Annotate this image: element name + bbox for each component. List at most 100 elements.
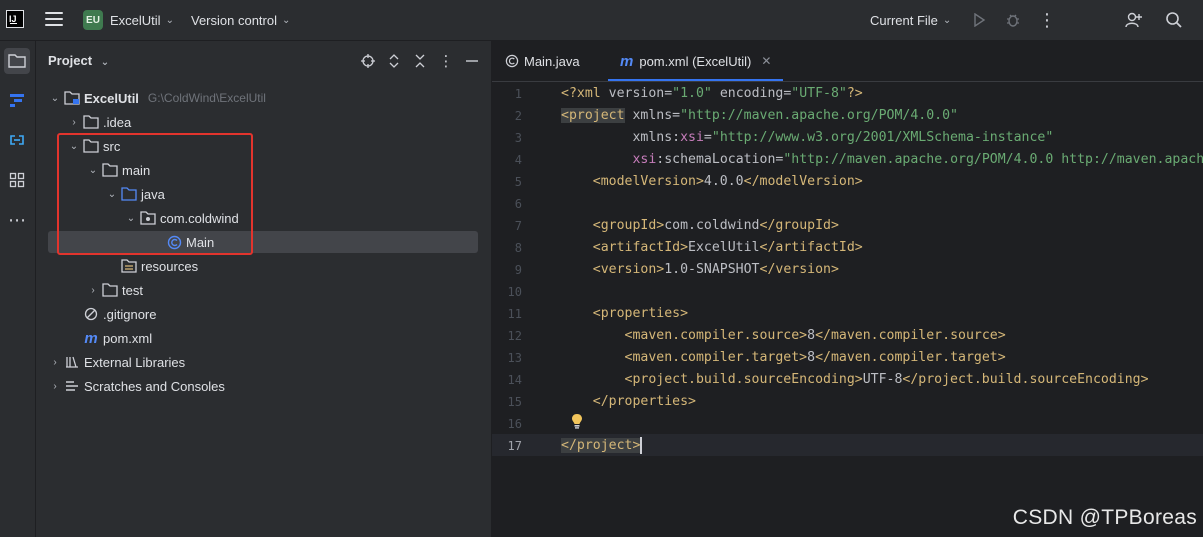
code-token: xmlns=: [624, 108, 681, 123]
tree-item-idea[interactable]: › .idea: [67, 111, 497, 133]
code-token: <modelVersion>: [561, 174, 704, 189]
line-number: 15: [507, 395, 522, 409]
chevron-down-icon: ⌄: [165, 14, 174, 26]
chevron-down-icon: ⌄: [100, 57, 110, 68]
code-line: <project.build.sourceEncoding>UTF-8</pro…: [561, 369, 1149, 391]
tree-item-src[interactable]: ⌄ src: [67, 135, 497, 157]
code-token: ExcelUtil: [688, 240, 760, 255]
maven-icon: m: [84, 329, 98, 347]
line-number: 2: [514, 109, 522, 123]
title-bar: IJ EU ExcelUtil ⌄ Version control ⌄ Curr…: [0, 0, 1203, 41]
code-token: <properties>: [561, 306, 689, 321]
tree-item-pom[interactable]: m pom.xml: [67, 327, 497, 349]
panel-options-icon[interactable]: ⋮: [435, 51, 457, 71]
chevron-down-icon[interactable]: ⌄: [48, 93, 62, 104]
tree-item-package[interactable]: ⌄ com.coldwind: [124, 207, 554, 229]
code-token: <maven.compiler.source>: [561, 328, 808, 343]
structure-icon[interactable]: [4, 87, 30, 113]
code-token: ?>: [846, 86, 863, 101]
add-user-icon[interactable]: [1123, 9, 1145, 31]
editor: Main.java m pom.xml (ExcelUtil) ✕ 123456…: [492, 41, 1203, 537]
editor-tabs: Main.java m pom.xml (ExcelUtil) ✕: [492, 41, 1203, 82]
locate-file-icon[interactable]: [357, 51, 379, 71]
project-badge: EU: [83, 10, 103, 30]
code-token: "UTF-8": [791, 86, 847, 101]
folder-icon: [102, 282, 118, 298]
tree-item-excelutil[interactable]: ⌄ ExcelUtil G:\ColdWind\ExcelUtil: [48, 87, 478, 109]
tree-item-external-libraries[interactable]: › External Libraries: [48, 351, 478, 373]
project-switcher[interactable]: EU ExcelUtil ⌄: [83, 0, 174, 40]
code-token: <maven.compiler.target>: [561, 350, 808, 365]
tree-item-gitignore[interactable]: .gitignore: [67, 303, 497, 325]
chevron-down-icon[interactable]: ⌄: [124, 213, 138, 224]
tree-item-label: External Libraries: [84, 354, 186, 370]
code-token: </artifactId>: [759, 240, 863, 255]
close-icon[interactable]: ✕: [761, 54, 771, 68]
plugins-icon[interactable]: [4, 167, 30, 193]
tree-item-test[interactable]: › test: [86, 279, 516, 301]
chevron-down-icon[interactable]: ⌄: [105, 189, 119, 200]
code-line: <maven.compiler.target>8</maven.compiler…: [561, 347, 1006, 369]
line-gutter: 1 2 3 4 5 6 7 8 9 10 11 12 13 14 15 16 17: [492, 82, 552, 537]
ignore-file-icon: [83, 306, 99, 322]
code-token: </properties>: [561, 394, 696, 409]
line-number: 13: [507, 351, 522, 365]
tab-label: pom.xml (ExcelUtil): [639, 53, 752, 69]
chevron-right-icon[interactable]: ›: [48, 357, 62, 368]
run-icon[interactable]: [968, 9, 990, 31]
code-token: </project>: [561, 438, 641, 453]
collapse-all-icon[interactable]: [409, 51, 431, 71]
tree-item-label: Main: [186, 234, 215, 250]
tree-item-main-class[interactable]: Main: [48, 231, 478, 253]
project-panel-title[interactable]: Project ⌄: [48, 53, 109, 68]
code-line: xsi:schemaLocation="http://maven.apache.…: [561, 149, 1203, 171]
tree-item-main[interactable]: ⌄ main: [86, 159, 516, 181]
code-token: </modelVersion>: [743, 174, 863, 189]
code-area[interactable]: <?xml version="1.0" encoding="UTF-8"?> <p…: [561, 82, 1203, 537]
vcs-widget[interactable]: Version control ⌄: [191, 0, 290, 40]
intellij-logo-icon[interactable]: IJ: [6, 10, 24, 28]
code-token: =: [703, 130, 712, 145]
code-line: <modelVersion>4.0.0</modelVersion>: [561, 171, 863, 193]
line-number: 14: [507, 373, 522, 387]
search-icon[interactable]: [1163, 9, 1185, 31]
code-token: :schemaLocation=: [656, 152, 784, 167]
main-menu-icon[interactable]: [45, 12, 63, 28]
code-token: <?xml: [561, 86, 609, 101]
code-token: version=: [608, 86, 673, 101]
debug-icon[interactable]: [1002, 9, 1024, 31]
java-class-icon: [166, 234, 182, 250]
tab-pom-xml[interactable]: m pom.xml (ExcelUtil) ✕: [608, 41, 784, 81]
lightbulb-icon[interactable]: [570, 413, 584, 429]
code-token: </version>: [759, 262, 839, 277]
tab-main-java[interactable]: Main.java: [504, 41, 580, 81]
commit-icon[interactable]: [4, 127, 30, 153]
chevron-right-icon[interactable]: ›: [48, 381, 62, 392]
tree-item-java[interactable]: ⌄ java: [105, 183, 535, 205]
code-line: <?xml version="1.0" encoding="UTF-8"?>: [561, 83, 863, 105]
more-options-icon[interactable]: ⋮: [1036, 9, 1058, 31]
chevron-down-icon[interactable]: ⌄: [67, 141, 81, 152]
project-folder-icon[interactable]: [4, 48, 30, 74]
line-number: 7: [514, 219, 522, 233]
more-tools-icon[interactable]: ⋯: [4, 207, 30, 233]
code-token: xsi: [632, 152, 657, 167]
java-class-icon: [504, 53, 520, 69]
run-config-selector[interactable]: Current File ⌄: [870, 0, 951, 40]
line-number: 11: [507, 307, 522, 321]
chevron-right-icon[interactable]: ›: [67, 117, 81, 128]
chevron-right-icon[interactable]: ›: [86, 285, 100, 296]
chevron-down-icon[interactable]: ⌄: [86, 165, 100, 176]
tree-item-resources[interactable]: resources: [105, 255, 535, 277]
folder-icon: [83, 114, 99, 130]
expand-all-icon[interactable]: [383, 51, 405, 71]
code-line: </properties>: [561, 391, 696, 413]
tree-item-label: ExcelUtil: [84, 90, 139, 106]
tree-item-scratches[interactable]: › Scratches and Consoles: [48, 375, 478, 397]
code-token: </project.build.sourceEncoding>: [902, 372, 1149, 387]
line-number: 16: [507, 417, 522, 431]
line-number: 5: [514, 175, 522, 189]
code-line: xmlns:xsi="http://www.w3.org/2001/XMLSch…: [561, 127, 1053, 149]
hide-panel-icon[interactable]: [461, 51, 483, 71]
